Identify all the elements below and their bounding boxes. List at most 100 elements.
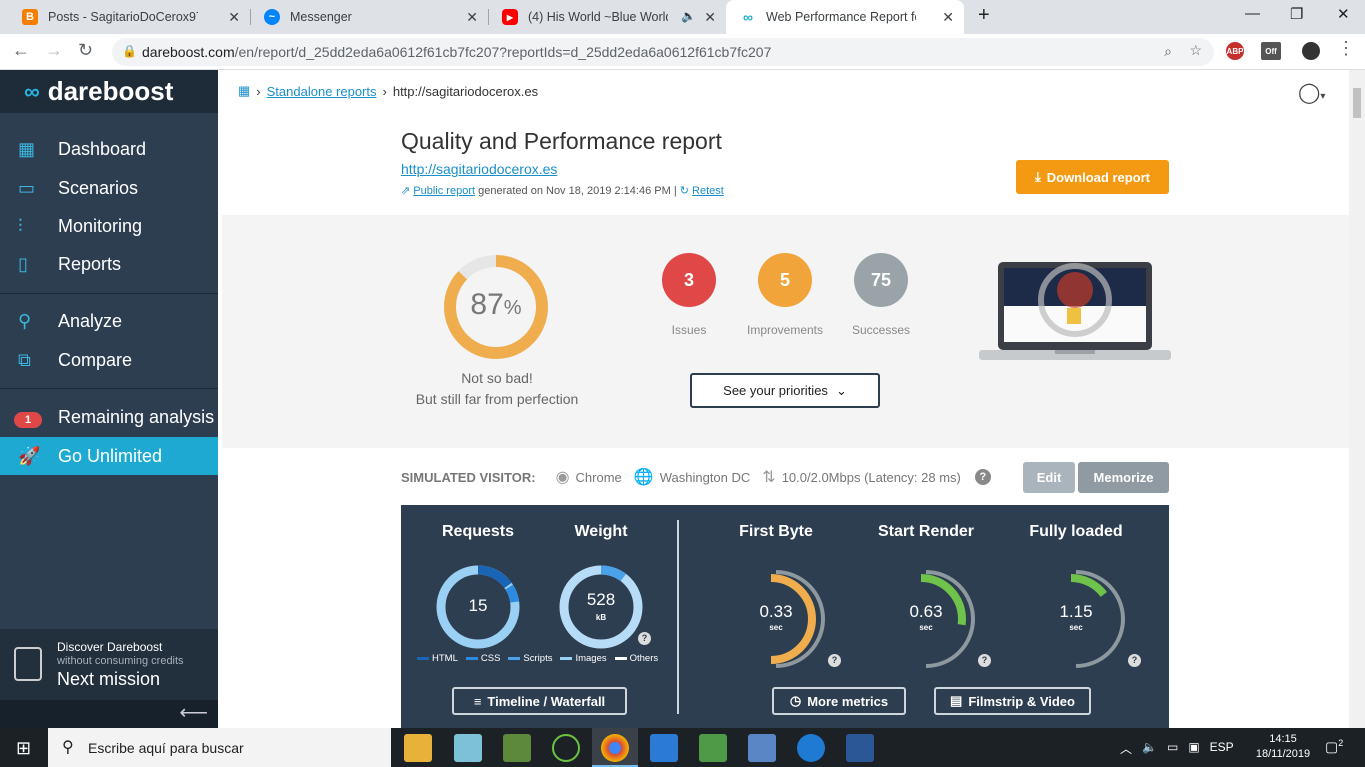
back-arrow-icon[interactable]: ← <box>12 40 30 61</box>
edit-button[interactable]: Edit <box>1023 462 1075 493</box>
windows-start-icon[interactable]: ⊞ <box>16 738 31 759</box>
browser-tab-bar: B Posts - SagitarioDoCerox97 ✕ ~ Messeng… <box>0 0 1365 34</box>
help-icon[interactable]: ? <box>974 469 991 485</box>
notification-count: 2 <box>1338 738 1344 748</box>
generated-date: generated on Nov 18, 2019 2:14:46 PM <box>478 185 671 197</box>
start-render-help-icon[interactable]: ? <box>978 654 991 667</box>
legend-images: Images <box>560 653 607 664</box>
weight-unit: kB <box>595 613 607 622</box>
close-tab-icon[interactable]: ✕ <box>228 9 240 26</box>
tab-youtube[interactable]: ▶ (4) His World ~Blue World Pi 🔈 ✕ <box>488 0 726 34</box>
reload-icon[interactable]: ↻ <box>78 40 93 61</box>
sidebar-item-monitoring[interactable]: ⫶ Monitoring <box>0 207 218 245</box>
close-tab-icon[interactable]: ✕ <box>942 9 954 26</box>
word-icon[interactable] <box>846 734 874 762</box>
score-value: 87% <box>444 288 548 322</box>
sidebar-item-analyze[interactable]: ⚲ Analyze <box>0 302 218 340</box>
breadcrumb-link-standalone[interactable]: Standalone reports <box>267 84 377 99</box>
sidebar-item-compare[interactable]: ⧉ Compare <box>0 341 218 379</box>
chrome-icon: ◉ <box>555 469 570 486</box>
extension-off-icon[interactable]: Off <box>1261 42 1281 60</box>
network-icon[interactable]: ▣ <box>1188 740 1199 757</box>
edge-icon[interactable] <box>797 734 825 762</box>
weight-help-icon[interactable]: ? <box>638 632 651 645</box>
chrome-taskbar-icon[interactable] <box>601 734 629 762</box>
page-scrollbar[interactable] <box>1349 70 1365 728</box>
close-window-icon[interactable]: ✕ <box>1337 5 1350 23</box>
issues-count[interactable]: 3 <box>662 253 716 307</box>
profile-avatar[interactable] <box>1302 42 1320 60</box>
chevron-right-icon: › <box>382 83 387 99</box>
more-metrics-button[interactable]: ◷ More metrics <box>772 687 906 715</box>
legend-label: Images <box>575 653 607 664</box>
zoom-icon[interactable]: ⌕ <box>1164 43 1172 60</box>
youtube-icon: ▶ <box>502 9 518 25</box>
taskbar-clock[interactable]: 14:15 18/11/2019 <box>1253 732 1313 762</box>
website-screenshot-thumbnail[interactable] <box>979 262 1171 362</box>
public-report-link[interactable]: Public report <box>413 185 475 197</box>
filmstrip-video-button[interactable]: ▤ Filmstrip & Video <box>934 687 1091 715</box>
close-tab-icon[interactable]: ✕ <box>704 9 716 26</box>
legend-label: CSS <box>480 653 501 664</box>
grid-icon[interactable]: ▦ <box>238 83 250 99</box>
next-mission-panel[interactable]: Discover Dareboost without consuming cre… <box>0 629 218 700</box>
sidebar-item-label: Remaining analysis <box>58 406 215 427</box>
memorize-button[interactable]: Memorize <box>1078 462 1169 493</box>
first-byte-help-icon[interactable]: ? <box>828 654 841 667</box>
taskbar-search-input[interactable]: ⚲ Escribe aquí para buscar <box>48 728 391 767</box>
adblock-icon[interactable]: ABP <box>1226 42 1244 60</box>
retest-link[interactable]: Retest <box>692 185 724 197</box>
sidebar-item-remaining[interactable]: 1 Remaining analysis <box>0 398 218 436</box>
see-priorities-button[interactable]: See your priorities ⌄ <box>690 373 880 408</box>
requests-value: 15 <box>468 596 488 615</box>
tab-dareboost[interactable]: ∞ Web Performance Report for http ✕ <box>726 0 964 34</box>
sidebar-item-scenarios[interactable]: ▭ Scenarios <box>0 169 218 207</box>
audio-playing-icon[interactable]: 🔈 <box>681 9 696 23</box>
go-unlimited-button[interactable]: 🚀 Go Unlimited <box>0 437 218 475</box>
bookmark-star-icon[interactable]: ☆ <box>1189 42 1202 59</box>
volume-icon[interactable]: 🔈 <box>1142 740 1157 757</box>
maximize-icon[interactable]: ❐ <box>1290 5 1303 23</box>
file-explorer-icon[interactable] <box>404 734 432 762</box>
weight-title: Weight <box>574 523 628 540</box>
utorrent-icon[interactable] <box>552 734 580 762</box>
legend-css: CSS <box>465 653 501 664</box>
app-icon[interactable] <box>454 734 482 762</box>
score-comment-2: But still far from perfection <box>415 391 579 407</box>
battery-icon[interactable]: ▭ <box>1167 740 1178 757</box>
improvements-count[interactable]: 5 <box>758 253 812 307</box>
download-report-button[interactable]: ⤓ Download report <box>1016 160 1169 194</box>
new-tab-button[interactable]: + <box>978 4 990 27</box>
fully-loaded-help-icon[interactable]: ? <box>1128 654 1141 667</box>
user-menu-icon[interactable]: ◯▾ <box>1298 80 1325 105</box>
report-site-link[interactable]: http://sagitariodocerox.es <box>401 161 557 177</box>
timeline-waterfall-button[interactable]: ≡ Timeline / Waterfall <box>452 687 627 715</box>
logo-icon: ∞ <box>24 78 40 104</box>
tab-posts[interactable]: B Posts - SagitarioDoCerox97 ✕ <box>8 0 250 34</box>
vscode-icon[interactable] <box>650 734 678 762</box>
chevron-up-icon[interactable]: ︿ <box>1120 740 1132 757</box>
pdf-icon: ⤓ <box>1034 169 1041 184</box>
notifications-icon[interactable]: ▢2 <box>1325 738 1343 756</box>
scrollbar-thumb[interactable] <box>1353 88 1361 118</box>
tab-messenger[interactable]: ~ Messenger ✕ <box>250 0 488 34</box>
collapse-sidebar-arrow-icon[interactable]: ⟵ <box>0 700 218 728</box>
dareboost-logo[interactable]: ∞ dareboost <box>0 70 218 113</box>
url-field[interactable]: 🔒 dareboost.com/en/report/d_25dd2eda6a06… <box>112 38 1214 66</box>
close-tab-icon[interactable]: ✕ <box>466 9 478 26</box>
successes-count[interactable]: 75 <box>854 253 908 307</box>
language-indicator[interactable]: ESP <box>1210 740 1234 757</box>
sidebar-item-reports[interactable]: ▯ Reports <box>0 245 218 283</box>
simulated-visitor-bar: SIMULATED VISITOR: ◉ Chrome 🌐 Washington D… <box>401 467 991 487</box>
tab-title: Web Performance Report for http <box>766 10 916 24</box>
forward-arrow-icon[interactable]: → <box>45 40 63 61</box>
external-link-icon: ⇗ <box>401 185 411 197</box>
bandwidth-icon: ⇅ <box>762 469 776 486</box>
minecraft-icon[interactable] <box>503 734 531 762</box>
menu-dots-icon[interactable]: ⋮ <box>1337 38 1355 59</box>
chevron-down-icon: ⌄ <box>835 382 847 398</box>
minimize-icon[interactable]: — <box>1245 5 1260 22</box>
sidebar-item-dashboard[interactable]: ▦ Dashboard <box>0 130 218 168</box>
spreadsheet-icon[interactable] <box>699 734 727 762</box>
network-app-icon[interactable] <box>748 734 776 762</box>
